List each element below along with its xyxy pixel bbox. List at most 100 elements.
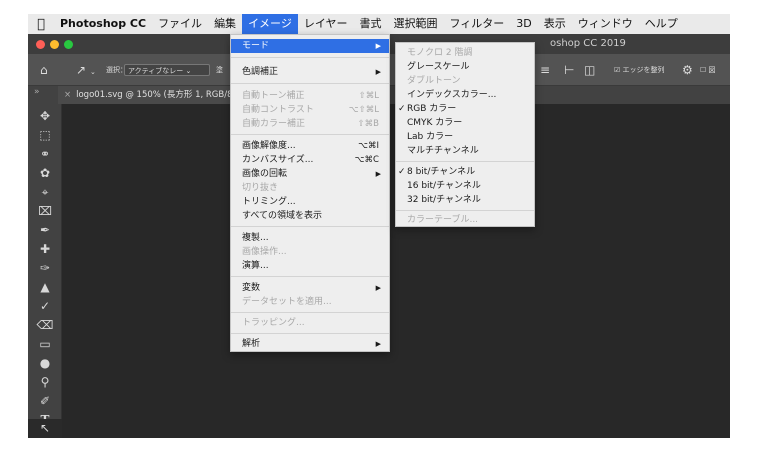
color-table-label: カラーテーブル... — [407, 215, 479, 225]
menu-item-variables[interactable]: 変数 ▶ — [231, 281, 389, 295]
menu-help[interactable]: ヘルプ — [639, 14, 684, 34]
menu-separator — [231, 57, 389, 58]
align-edges-checkbox[interactable]: ☑ エッジを整列 — [614, 65, 665, 75]
submenu-item-16bit[interactable]: 16 bit/チャンネル — [396, 179, 534, 193]
submenu-item-bitmap[interactable]: モノクロ 2 階調 — [396, 46, 534, 60]
menu-item-calculations[interactable]: 演算... — [231, 259, 389, 273]
tools-panel: ✥ ⬚ ⚭ ✿ ⌖ ⌧ ✒ ✚ ✑ ▲ ✓ ⌫ ▭ ● ⚲ ✐ T — [28, 104, 62, 438]
select-target-dropdown[interactable]: アクティブなレー ⌄ — [124, 64, 210, 76]
reveal-all-label: すべての領域を表示 — [242, 211, 323, 221]
image-menu-dropdown: モード ▶ 色調補正 ▶ 自動トーン補正 ⇧⌘L 自動コントラスト ⌥⇧⌘L 自動カラー… — [230, 34, 390, 352]
rotate-label: 画像の回転 — [242, 169, 288, 179]
menu-select[interactable]: 選択範囲 — [388, 14, 444, 34]
gear-icon[interactable]: ⚙ — [682, 63, 693, 77]
brush-tool-icon[interactable]: ✑ — [28, 259, 62, 278]
healing-brush-tool-icon[interactable]: ✚ — [28, 240, 62, 259]
menu-item-image-size[interactable]: 画像解像度... ⌥⌘I — [231, 139, 389, 153]
submenu-item-32bit[interactable]: 32 bit/チャンネル — [396, 193, 534, 207]
menu-layer[interactable]: レイヤー — [298, 14, 354, 34]
menu-item-trap[interactable]: トラッピング... — [231, 316, 389, 330]
submenu-item-multichannel[interactable]: マルチチャンネル — [396, 144, 534, 158]
menu-type[interactable]: 書式 — [354, 14, 388, 34]
canvas-size-label: カンバスサイズ... — [242, 155, 314, 165]
submenu-arrow-icon: ▶ — [375, 170, 381, 178]
adjust-label: 色調補正 — [242, 67, 279, 77]
checkmark-icon: ✓ — [398, 104, 406, 114]
menu-item-trim[interactable]: トリミング... — [231, 195, 389, 209]
apple-icon[interactable]:  — [28, 17, 54, 32]
zoom-window-button[interactable] — [64, 40, 73, 49]
menu-item-crop[interactable]: 切り抜き — [231, 181, 389, 195]
menu-item-analysis[interactable]: 解析 ▶ — [231, 337, 389, 351]
submenu-item-indexed-color[interactable]: インデックスカラー... — [396, 88, 534, 102]
blur-tool-icon[interactable]: ● — [28, 354, 62, 373]
extra-checkbox[interactable]: ☐ 図 — [700, 65, 716, 75]
menu-filter[interactable]: フィルター — [444, 14, 511, 34]
menu-3d[interactable]: 3D — [510, 14, 537, 34]
eyedropper-tool-icon[interactable]: ✒ — [28, 221, 62, 240]
align-bottom-icon[interactable]: ≡ — [540, 63, 550, 77]
home-icon[interactable]: ⌂ — [40, 63, 48, 77]
crop-tool-icon[interactable]: ⌖ — [28, 183, 62, 202]
menu-edit[interactable]: 編集 — [208, 14, 242, 34]
menu-item-duplicate[interactable]: 複製... — [231, 231, 389, 245]
history-brush-tool-icon[interactable]: ✓ — [28, 297, 62, 316]
duotone-label: ダブルトーン — [407, 76, 461, 86]
collapse-panels-icon[interactable]: » — [34, 87, 40, 97]
apply-image-label: 画像操作... — [242, 247, 287, 257]
lab-label: Lab カラー — [407, 132, 454, 142]
canvas-size-shortcut: ⌥⌘C — [354, 155, 379, 165]
checkmark-icon: ✓ — [398, 167, 406, 177]
submenu-item-color-table[interactable]: カラーテーブル... — [396, 213, 534, 227]
menu-item-mode[interactable]: モード ▶ — [231, 39, 389, 53]
align-left-icon[interactable]: ⊢ — [564, 63, 574, 77]
menu-window[interactable]: ウィンドウ — [572, 14, 639, 34]
submenu-item-duotone[interactable]: ダブルトーン — [396, 74, 534, 88]
dodge-tool-icon[interactable]: ⚲ — [28, 373, 62, 392]
menu-item-canvas-size[interactable]: カンバスサイズ... ⌥⌘C — [231, 153, 389, 167]
menu-item-apply-image[interactable]: 画像操作... — [231, 245, 389, 259]
marquee-tool-icon[interactable]: ⬚ — [28, 126, 62, 145]
close-tab-icon[interactable]: × — [64, 90, 71, 100]
menu-view[interactable]: 表示 — [538, 14, 572, 34]
menu-separator — [396, 161, 534, 162]
menu-image[interactable]: イメージ — [242, 14, 298, 34]
submenu-item-rgb-color[interactable]: ✓ RGB カラー — [396, 102, 534, 116]
path-selection-tool-icon[interactable]: ↖ — [28, 419, 62, 438]
image-size-label: 画像解像度... — [242, 141, 296, 151]
select-target-value: アクティブなレー — [128, 67, 184, 75]
lasso-tool-icon[interactable]: ⚭ — [28, 145, 62, 164]
pen-tool-icon[interactable]: ✐ — [28, 392, 62, 411]
submenu-item-grayscale[interactable]: グレースケール — [396, 60, 534, 74]
menu-item-auto-tone[interactable]: 自動トーン補正 ⇧⌘L — [231, 89, 389, 103]
move-tool-icon[interactable]: ✥ — [28, 107, 62, 126]
submenu-item-cmyk-color[interactable]: CMYK カラー — [396, 116, 534, 130]
cmyk-label: CMYK カラー — [407, 118, 463, 128]
eraser-tool-icon[interactable]: ⌫ — [28, 316, 62, 335]
quick-select-tool-icon[interactable]: ✿ — [28, 164, 62, 183]
document-tab[interactable]: × logo01.svg @ 150% (長方形 1, RGB/8 — [58, 86, 258, 104]
menu-file[interactable]: ファイル — [152, 14, 208, 34]
menu-item-auto-contrast[interactable]: 自動コントラスト ⌥⇧⌘L — [231, 103, 389, 117]
menu-item-apply-dataset[interactable]: データセットを適用... — [231, 295, 389, 309]
menu-item-auto-color[interactable]: 自動カラー補正 ⇧⌘B — [231, 117, 389, 131]
menu-item-reveal-all[interactable]: すべての領域を表示 — [231, 209, 389, 223]
duplicate-label: 複製... — [242, 233, 269, 243]
minimize-window-button[interactable] — [50, 40, 59, 49]
rgb-label: RGB カラー — [407, 104, 457, 114]
chevron-down-icon[interactable]: ⌄ — [90, 65, 96, 79]
frame-tool-icon[interactable]: ⌧ — [28, 202, 62, 221]
gradient-tool-icon[interactable]: ▭ — [28, 335, 62, 354]
submenu-item-8bit[interactable]: ✓ 8 bit/チャンネル — [396, 165, 534, 179]
move-tool-icon[interactable]: ↗ — [76, 63, 86, 77]
close-window-button[interactable] — [36, 40, 45, 49]
clone-stamp-tool-icon[interactable]: ▲ — [28, 278, 62, 297]
menu-item-adjustments[interactable]: 色調補正 ▶ — [231, 65, 389, 79]
distribute-icon[interactable]: ◫ — [584, 63, 595, 77]
apply-dataset-label: データセットを適用... — [242, 297, 332, 307]
variables-label: 変数 — [242, 283, 261, 293]
menu-item-image-rotation[interactable]: 画像の回転 ▶ — [231, 167, 389, 181]
submenu-item-lab-color[interactable]: Lab カラー — [396, 130, 534, 144]
menu-photoshop[interactable]: Photoshop CC — [54, 14, 152, 34]
crop-label: 切り抜き — [242, 183, 279, 193]
